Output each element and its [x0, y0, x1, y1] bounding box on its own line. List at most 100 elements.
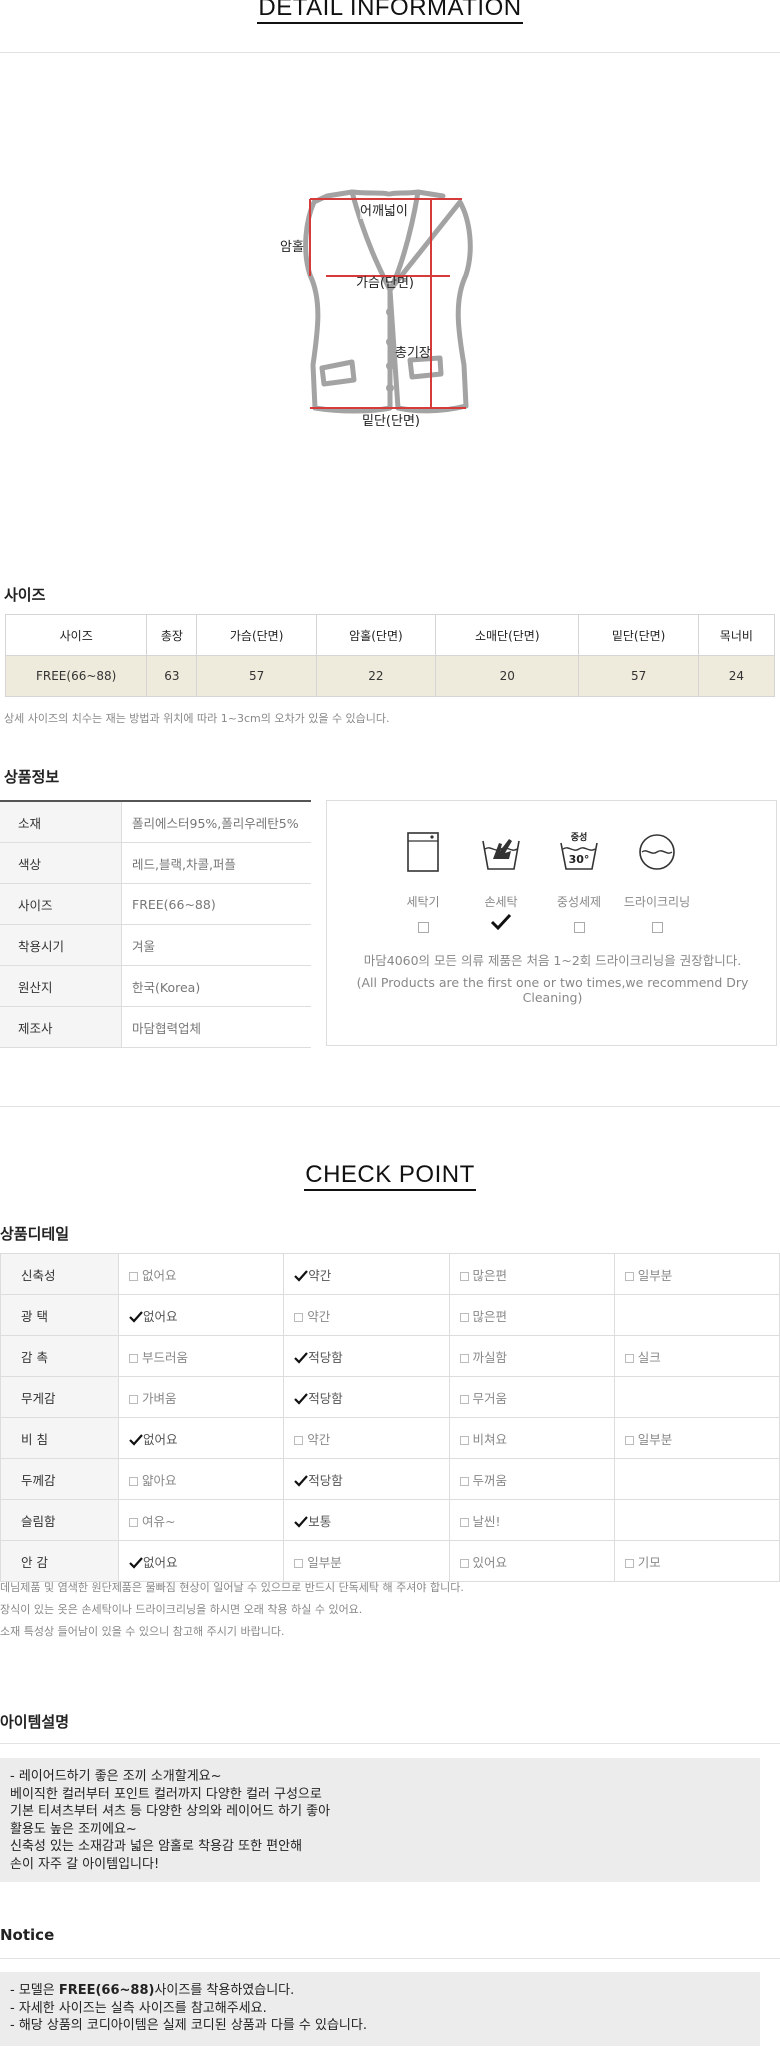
check-point-option[interactable]: 없어요: [117, 1417, 285, 1459]
check-point-option[interactable]: 여유~: [117, 1499, 285, 1541]
description-line: 신축성 있는 소재감과 넓은 암홀로 착용감 또한 편안해: [10, 1839, 303, 1854]
checkbox[interactable]: [459, 1558, 469, 1568]
divider: [0, 1743, 780, 1744]
check-point-title: CHECK POINT: [0, 1161, 780, 1191]
check-point-option[interactable]: 두꺼움: [448, 1458, 615, 1500]
check-point-option[interactable]: 얇아요: [117, 1458, 285, 1500]
item-description-box: - 레이어드하기 좋은 조끼 소개할게요~ 베이직한 컬러부터 포인트 컬러까지…: [0, 1758, 760, 1882]
checkbox[interactable]: [294, 1312, 304, 1322]
check-point-option[interactable]: 약간: [283, 1294, 450, 1336]
option-label: 기모: [637, 1554, 661, 1570]
info-row: 제조사 마담협력업체: [0, 1006, 311, 1048]
info-value: 폴리에스터95%,폴리우레탄5%: [121, 800, 311, 843]
option-label: 일부분: [637, 1431, 673, 1447]
product-detail-subtitle: 상품디테일: [0, 1225, 70, 1243]
size-table: 사이즈 총장 가슴(단면) 암홀(단면) 소매단(단면) 밑단(단면) 목너비 …: [4, 614, 776, 697]
check-point-option[interactable]: 약간: [283, 1253, 450, 1295]
checkbox[interactable]: [459, 1271, 469, 1281]
option-label: 약간: [308, 1267, 332, 1283]
info-value: 레드,블랙,차콜,퍼플: [121, 842, 311, 884]
check-point-option[interactable]: 적당함: [283, 1458, 450, 1500]
checkbox[interactable]: [294, 1558, 304, 1568]
size-header: 소매단(단면): [435, 614, 580, 656]
info-row: 색상 레드,블랙,차콜,퍼플: [0, 842, 311, 884]
dry-cleaning-icon: [639, 834, 675, 870]
option-label: 적당함: [308, 1390, 343, 1406]
check-point-option[interactable]: 적당함: [283, 1376, 450, 1418]
checkbox[interactable]: [129, 1517, 138, 1527]
check-point-option[interactable]: 일부분: [613, 1253, 780, 1295]
check-point-option[interactable]: 있어요: [448, 1540, 615, 1582]
option-label: 여유~: [142, 1513, 176, 1529]
detail-information-title: DETAIL INFORMATION: [0, 0, 780, 24]
check-point-option[interactable]: 실크: [613, 1335, 780, 1377]
checkbox[interactable]: [417, 922, 429, 933]
wash-checkbox-item: [383, 917, 463, 936]
check-point-row: 감 촉 부드러움 적당함 까실함 실크: [0, 1335, 780, 1377]
size-header: 목너비: [697, 614, 776, 656]
size-header: 암홀(단면): [315, 614, 437, 656]
size-cell: 22: [315, 655, 437, 697]
check-point-option: [613, 1294, 780, 1336]
option-label: 무거움: [472, 1390, 508, 1406]
checkbox[interactable]: [573, 922, 585, 933]
check-point-option: [613, 1376, 780, 1418]
check-point-option[interactable]: 날씬!: [448, 1499, 615, 1541]
info-key: 소재: [0, 800, 122, 843]
check-point-option[interactable]: 일부분: [283, 1540, 450, 1582]
info-value: 겨울: [121, 924, 311, 966]
checkbox[interactable]: [294, 1435, 304, 1445]
checkbox[interactable]: [459, 1353, 469, 1363]
size-section-title: 사이즈: [4, 586, 46, 604]
check-point-option[interactable]: 많은편: [448, 1294, 615, 1336]
checkbox[interactable]: [651, 922, 663, 933]
check-point-option[interactable]: 무거움: [448, 1376, 615, 1418]
checkbox[interactable]: [624, 1353, 634, 1363]
check-point-option: [613, 1499, 780, 1541]
option-label: 일부분: [637, 1267, 673, 1283]
check-point-option[interactable]: 비쳐요: [448, 1417, 615, 1459]
checkbox[interactable]: [459, 1517, 469, 1527]
checkbox[interactable]: [459, 1435, 469, 1445]
check-point-option[interactable]: 없어요: [117, 1540, 285, 1582]
notice-line: - 모델은 FREE(66~88)사이즈를 착용하였습니다.: [10, 1983, 295, 1998]
checkbox[interactable]: [624, 1558, 634, 1568]
checkmark-icon: [129, 1311, 143, 1323]
check-point-option[interactable]: 없어요: [117, 1253, 285, 1295]
check-point-option[interactable]: 부드러움: [117, 1335, 285, 1377]
check-point-option[interactable]: 기모: [613, 1540, 780, 1582]
description-line: 손이 자주 갈 아이템입니다!: [10, 1856, 160, 1872]
checkbox[interactable]: [459, 1476, 469, 1486]
checkbox[interactable]: [624, 1435, 634, 1445]
check-point-row: 두께감 얇아요 적당함 두꺼움: [0, 1458, 780, 1500]
divider: [0, 1106, 780, 1107]
checkbox[interactable]: [459, 1312, 469, 1322]
info-key: 사이즈: [0, 883, 122, 925]
description-line: 기본 티셔츠부터 셔츠 등 다양한 상의와 레이어드 하기 좋아: [10, 1804, 331, 1819]
checkbox[interactable]: [129, 1394, 138, 1404]
check-point-option[interactable]: 약간: [283, 1417, 450, 1459]
check-point-key: 광 택: [0, 1294, 119, 1336]
checkbox[interactable]: [624, 1271, 634, 1281]
check-point-option[interactable]: 없어요: [117, 1294, 285, 1336]
product-info-title: 상품정보: [4, 768, 60, 786]
wash-label: 드라이크리닝: [623, 895, 691, 909]
checkbox[interactable]: [129, 1476, 138, 1486]
washing-guide-box: 중성 30° 세탁기 손세탁 중성세제 드라이크리닝 마담4060의 모든 의류…: [326, 800, 777, 1046]
washing-machine-icon: [407, 832, 439, 872]
check-point-option[interactable]: 일부분: [613, 1417, 780, 1459]
checkbox[interactable]: [129, 1353, 138, 1363]
check-point-option[interactable]: 가벼움: [117, 1376, 285, 1418]
check-point-key: 감 촉: [0, 1335, 119, 1377]
check-point-option[interactable]: 까실함: [448, 1335, 615, 1377]
wash-checkbox-item: [617, 917, 697, 936]
checkbox[interactable]: [459, 1394, 469, 1404]
wash-item-neutral-detergent: 중성 30°: [539, 831, 619, 877]
check-point-key: 슬림함: [0, 1499, 119, 1541]
wash-checkbox-item: [461, 913, 541, 935]
check-point-option[interactable]: 보통: [283, 1499, 450, 1541]
checkmark-icon[interactable]: [490, 913, 512, 931]
check-point-option[interactable]: 적당함: [283, 1335, 450, 1377]
checkbox[interactable]: [129, 1271, 138, 1281]
check-point-option[interactable]: 많은편: [448, 1253, 615, 1295]
